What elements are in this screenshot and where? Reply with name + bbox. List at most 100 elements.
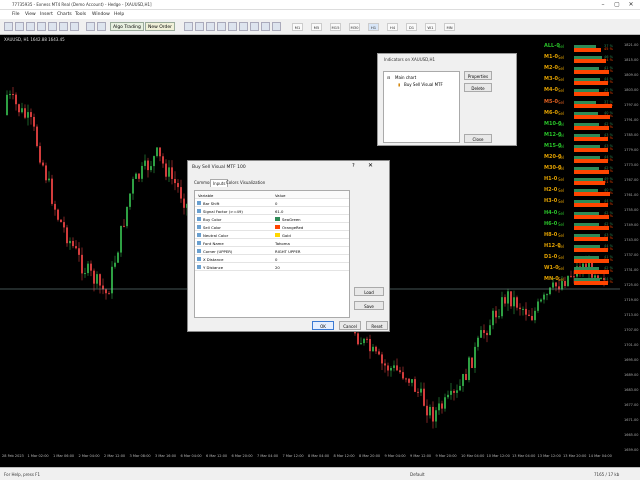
price-tick-label: 1659.00 xyxy=(624,448,639,452)
timeframe-w1[interactable]: W1 xyxy=(425,23,436,31)
candle-body xyxy=(363,338,365,344)
delete-button[interactable]: Delete xyxy=(464,83,492,92)
price-tick-label: 1785.00 xyxy=(624,133,639,137)
price-tick-label: 1749.00 xyxy=(624,223,639,227)
zoom-out-icon[interactable] xyxy=(272,22,281,31)
close-window-button[interactable]: ✕ xyxy=(624,0,638,10)
menu-charts[interactable]: Charts xyxy=(57,12,72,17)
window-title: 77735935 - Exness MT4 Real (Demo Account… xyxy=(12,2,152,7)
market-watch-icon[interactable] xyxy=(26,22,35,31)
candle-body xyxy=(93,270,95,284)
metaeditor-icon[interactable] xyxy=(86,22,95,31)
ok-button[interactable]: OK xyxy=(312,321,334,330)
cancel-button[interactable]: Cancel xyxy=(339,321,361,330)
signal-label: Sel xyxy=(558,277,565,283)
menu-window[interactable]: Window xyxy=(92,12,110,17)
save-button[interactable]: Save xyxy=(354,301,384,310)
tree-root-main-chart[interactable]: Main chart xyxy=(395,75,416,80)
candle-body xyxy=(423,388,425,406)
help-icon[interactable]: ? xyxy=(352,163,355,169)
input-value[interactable]: SeaGreen xyxy=(282,217,301,222)
tester-icon[interactable] xyxy=(70,22,79,31)
input-row[interactable]: Bar Shift 0 xyxy=(195,199,349,207)
parameter-icon xyxy=(197,264,201,269)
menu-view[interactable]: View xyxy=(25,12,36,17)
maximize-button[interactable]: ▢ xyxy=(610,0,624,10)
chart-shift-icon[interactable] xyxy=(206,22,215,31)
input-value[interactable]: 0 xyxy=(275,257,277,262)
candle-body xyxy=(72,240,74,247)
candle-body xyxy=(501,297,503,317)
candle-body xyxy=(117,252,119,263)
input-row[interactable]: Buy Color SeaGreen xyxy=(195,215,349,223)
input-value[interactable]: 0 xyxy=(275,201,277,206)
close-button[interactable]: Close xyxy=(464,134,492,143)
candles-icon[interactable] xyxy=(239,22,248,31)
new-chart-icon[interactable] xyxy=(4,22,13,31)
sell-strength-bar xyxy=(574,59,607,64)
input-row[interactable]: Corner (UPPER) RIGHT UPPER xyxy=(195,247,349,255)
tree-item-indicator[interactable]: Buy Sell Visual MTF xyxy=(404,82,443,87)
input-row[interactable]: Font Name Tahoma xyxy=(195,239,349,247)
autoscroll-icon[interactable] xyxy=(217,22,226,31)
menu-help[interactable]: Help xyxy=(114,12,124,17)
timeframe-m30[interactable]: M30 xyxy=(349,23,360,31)
parameter-icon xyxy=(197,248,201,253)
input-value[interactable]: OrangeRed xyxy=(282,225,303,230)
input-row[interactable]: Y Distance 20 xyxy=(195,263,349,271)
bar-chart-icon[interactable] xyxy=(228,22,237,31)
input-value[interactable]: RIGHT UPPER xyxy=(275,249,300,254)
timeframe-mn[interactable]: MN xyxy=(444,23,455,31)
input-value[interactable]: Tahoma xyxy=(275,241,290,246)
line-chart-icon[interactable] xyxy=(250,22,259,31)
load-button[interactable]: Load xyxy=(354,287,384,296)
input-value[interactable]: 61.0 xyxy=(275,209,283,214)
dashboard-row: H3-0 Sel 44 % 56 % xyxy=(544,198,624,208)
price-tick-label: 1791.00 xyxy=(624,118,639,122)
candle-body xyxy=(171,167,173,179)
price-tick-label: 1719.00 xyxy=(624,298,639,302)
minimize-button[interactable]: – xyxy=(596,0,610,10)
candle-body xyxy=(75,246,77,249)
table-header: Variable Value xyxy=(195,191,349,199)
options-icon[interactable] xyxy=(97,22,106,31)
price-tick-label: 1809.00 xyxy=(624,73,639,77)
time-tick-label: 6 Mar 12:00 xyxy=(206,454,228,458)
algo-trading-button[interactable]: Algo Trading xyxy=(110,22,144,31)
timeframe-h1[interactable]: H1 xyxy=(368,23,379,31)
tree-expand-icon[interactable]: ⊟ xyxy=(387,75,390,80)
candle-body xyxy=(531,315,533,321)
input-row[interactable]: Signal Factor (>=49) 61.0 xyxy=(195,207,349,215)
tab-visualization[interactable]: Visualization xyxy=(238,179,267,187)
zoom-in-icon[interactable] xyxy=(261,22,270,31)
properties-button[interactable]: Properties xyxy=(464,71,492,80)
input-row[interactable]: Sell Color OrangeRed xyxy=(195,223,349,231)
timeframe-d1[interactable]: D1 xyxy=(406,23,417,31)
menu-insert[interactable]: Insert xyxy=(40,12,53,17)
menu-file[interactable]: File xyxy=(12,12,20,17)
candle-body xyxy=(519,307,521,310)
menu-tools[interactable]: Tools xyxy=(75,12,86,17)
timeframe-m1[interactable]: M1 xyxy=(292,23,303,31)
close-dialog-icon[interactable]: ✕ xyxy=(368,162,373,169)
candle-body xyxy=(543,294,545,300)
reset-button[interactable]: Reset xyxy=(366,321,388,330)
input-row[interactable]: X Distance 0 xyxy=(195,255,349,263)
sell-icon[interactable] xyxy=(195,22,204,31)
timeframe-m15[interactable]: M15 xyxy=(330,23,341,31)
timeframe-m5[interactable]: M5 xyxy=(311,23,322,31)
new-order-button[interactable]: New Order xyxy=(145,22,176,31)
input-row[interactable]: Neutral Color Gold xyxy=(195,231,349,239)
profiles-icon[interactable] xyxy=(15,22,24,31)
input-value[interactable]: Gold xyxy=(282,233,291,238)
data-window-icon[interactable] xyxy=(37,22,46,31)
color-swatch xyxy=(275,224,280,229)
input-value[interactable]: 20 xyxy=(275,265,280,270)
terminal-icon[interactable] xyxy=(59,22,68,31)
input-variable-name: Font Name xyxy=(203,240,224,246)
navigator-icon[interactable] xyxy=(48,22,57,31)
timeframe-h4[interactable]: H4 xyxy=(387,23,398,31)
candle-body xyxy=(90,263,92,271)
buy-icon[interactable] xyxy=(184,22,193,31)
candle-body xyxy=(546,294,548,296)
